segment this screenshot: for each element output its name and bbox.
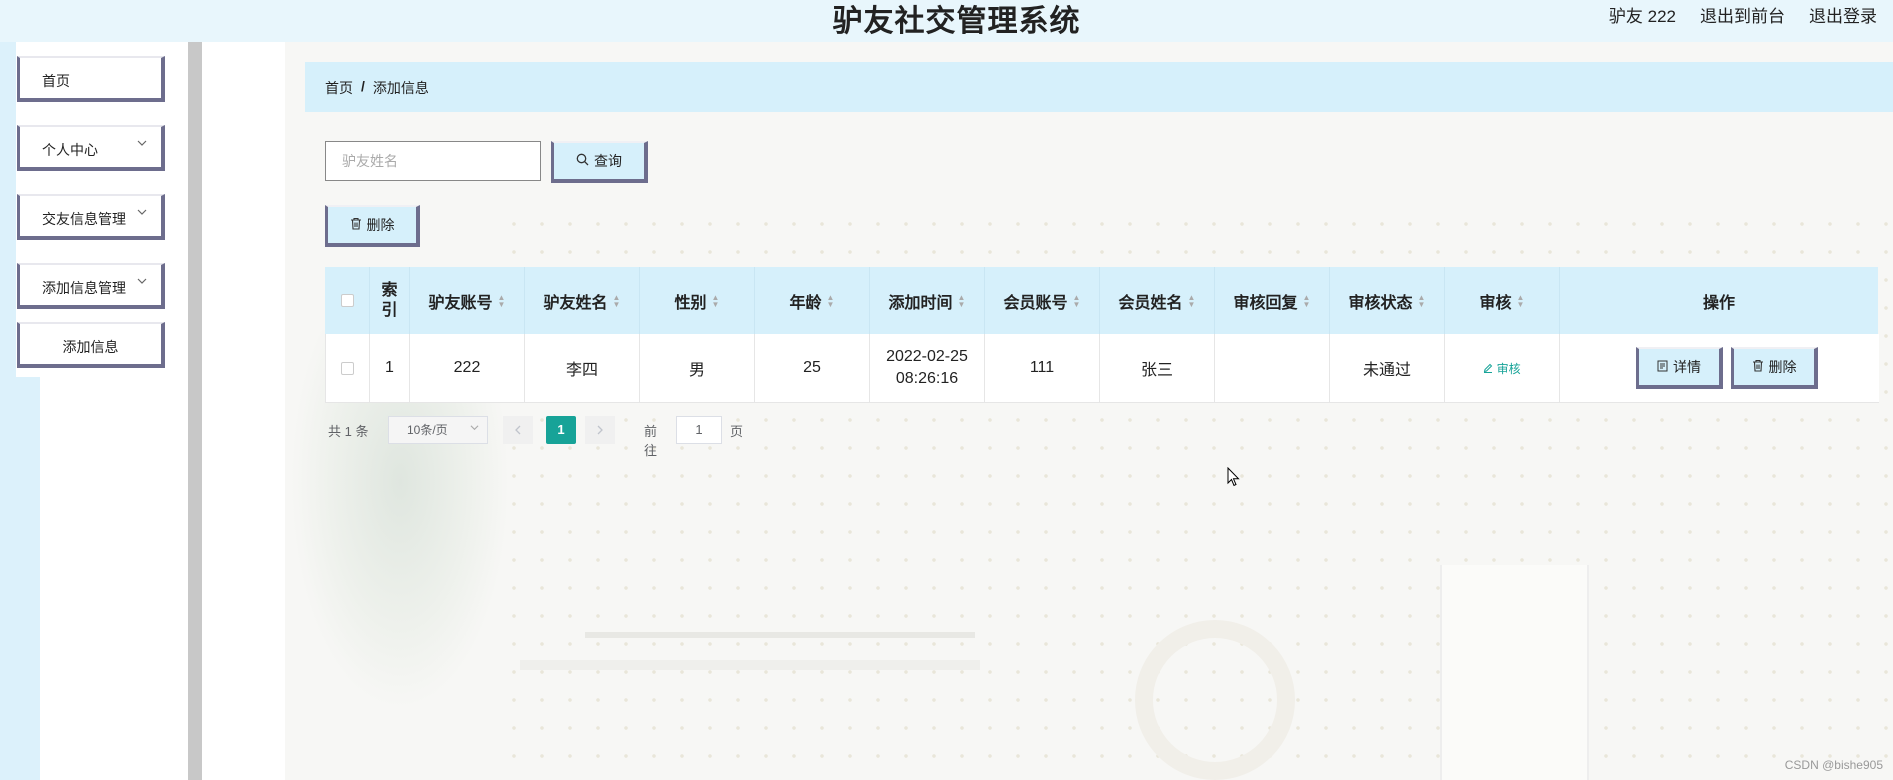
batch-delete-label: 删除 [366, 217, 395, 233]
sort-icon: ▲ ▼ [1417, 292, 1426, 309]
audit-link[interactable]: 审核 [1483, 360, 1521, 377]
column-header-member-name[interactable]: 会员姓名 ▲ ▼ [1100, 267, 1215, 334]
sidebar-item-label: 添加信息管理 [42, 280, 126, 296]
cell-member-name: 张三 [1100, 334, 1215, 402]
column-header-added-time[interactable]: 添加时间 ▲ ▼ [870, 267, 985, 334]
detail-button-label: 详情 [1673, 359, 1701, 375]
column-header-actions: 操作 [1702, 294, 1735, 312]
sort-icon: ▲ ▼ [957, 292, 966, 309]
breadcrumb: 首页 / 添加信息 [305, 62, 1893, 112]
table-header: 索引 驴友账号 ▲ ▼ 驴友姓名 ▲ ▼ 性别 ▲ ▼ 年龄 ▲ ▼ 添加时间 ▲ ▼ 会员账号 ▲ ▼… [325, 267, 1878, 334]
sidebar-item-add-info[interactable]: 添加信息 [17, 322, 165, 368]
sidebar-item-label: 添加信息 [62, 339, 119, 355]
column-header-member-account[interactable]: 会员账号 ▲ ▼ [985, 267, 1100, 334]
watermark: CSDN @bishe905 [1784, 758, 1883, 772]
goto-label: 前往 [644, 424, 658, 458]
detail-button[interactable]: 详情 [1636, 347, 1723, 389]
chevron-down-icon [470, 417, 479, 443]
sidebar-item-label: 交友信息管理 [42, 211, 126, 227]
cell-index: 1 [370, 334, 410, 402]
shelf-decoration [585, 632, 975, 638]
page-size-select[interactable]: 10条/页 [388, 416, 488, 444]
trash-icon [1752, 359, 1764, 375]
sort-icon: ▲ ▼ [1516, 292, 1525, 309]
added-clock: 08:26:16 [895, 370, 959, 387]
query-button-label: 查询 [594, 153, 622, 169]
column-header-age[interactable]: 年龄 ▲ ▼ [755, 267, 870, 334]
trash-icon [350, 217, 362, 233]
column-header-audit-reply[interactable]: 审核回复 ▲ ▼ [1215, 267, 1330, 334]
column-header-audit[interactable]: 审核 ▲ ▼ [1445, 267, 1560, 334]
row-checkbox[interactable] [341, 361, 354, 375]
cell-account: 222 [410, 334, 525, 402]
sidebar-item-label: 首页 [42, 73, 70, 89]
row-select-cell [326, 334, 370, 402]
cell-name: 李四 [525, 334, 640, 402]
next-page-button[interactable] [585, 416, 615, 444]
chevron-down-icon [137, 275, 147, 289]
page-suffix: 页 [730, 424, 744, 439]
sort-icon: ▲ ▼ [497, 292, 506, 309]
edit-icon [1483, 362, 1493, 376]
top-links: 驴友 222 退出到前台 退出登录 [1609, 2, 1877, 27]
cell-added-time: 2022-02-25 08:26:16 [870, 334, 985, 402]
sidebar-item-home[interactable]: 首页 [17, 56, 165, 102]
breadcrumb-current: 添加信息 [372, 80, 429, 96]
cell-member-account: 111 [985, 334, 1100, 402]
pagination-total: 共 1 条 [328, 424, 369, 439]
logout-link[interactable]: 退出登录 [1809, 2, 1877, 27]
column-header-index: 索引 [370, 267, 410, 334]
user-name[interactable]: 驴友 222 [1609, 2, 1676, 27]
ring-decoration [1135, 620, 1295, 780]
chevron-left-icon [514, 422, 522, 438]
goto-page-input[interactable]: 1 [676, 416, 722, 444]
chevron-right-icon [596, 422, 604, 438]
cell-age: 25 [755, 334, 870, 402]
mouse-cursor-icon [1227, 466, 1241, 492]
added-date: 2022-02-25 [886, 348, 968, 365]
sidebar-divider [188, 42, 202, 780]
breadcrumb-home[interactable]: 首页 [325, 78, 353, 98]
cell-gender: 男 [640, 334, 755, 402]
sidebar-item-friend-info[interactable]: 交友信息管理 [17, 194, 165, 240]
query-button[interactable]: 查询 [551, 141, 648, 183]
column-header-name[interactable]: 驴友姓名 ▲ ▼ [525, 267, 640, 334]
page-number-current[interactable]: 1 [546, 416, 576, 444]
chevron-down-icon [137, 206, 147, 220]
sort-icon: ▲ ▼ [612, 292, 621, 309]
breadcrumb-separator: / [361, 78, 365, 94]
cylinder-decoration [1440, 565, 1589, 780]
cell-audit-reply [1215, 334, 1330, 402]
back-to-front-link[interactable]: 退出到前台 [1700, 2, 1785, 27]
search-input[interactable]: 驴友姓名 [325, 141, 541, 181]
chevron-down-icon [137, 137, 147, 151]
sidebar-item-add-info-mgmt[interactable]: 添加信息管理 [17, 263, 165, 309]
search-icon [576, 153, 589, 169]
column-header-account[interactable]: 驴友账号 ▲ ▼ [410, 267, 525, 334]
cell-audit: 审核 [1445, 334, 1560, 402]
select-all-checkbox[interactable] [340, 294, 354, 307]
select-all-cell [325, 267, 370, 334]
sort-icon: ▲ ▼ [1072, 292, 1081, 309]
cell-audit-status: 未通过 [1330, 334, 1445, 402]
column-header-audit-status[interactable]: 审核状态 ▲ ▼ [1330, 267, 1445, 334]
row-delete-label: 删除 [1768, 359, 1797, 375]
prev-page-button[interactable] [503, 416, 533, 444]
row-delete-button[interactable]: 删除 [1731, 347, 1818, 389]
top-bar: 驴友社交管理系统 驴友 222 退出到前台 退出登录 [0, 0, 1893, 42]
batch-delete-button[interactable]: 删除 [325, 205, 420, 247]
sort-icon: ▲ ▼ [826, 292, 835, 309]
sort-icon: ▲ ▼ [1187, 292, 1196, 309]
sidebar-item-personal-center[interactable]: 个人中心 [17, 125, 165, 171]
sort-icon: ▲ ▼ [711, 292, 720, 309]
shelf-decoration [520, 660, 980, 670]
sort-icon: ▲ ▼ [1302, 292, 1311, 309]
sidebar-item-label: 个人中心 [42, 142, 98, 158]
document-icon [1657, 359, 1668, 375]
column-header-gender[interactable]: 性别 ▲ ▼ [640, 267, 755, 334]
